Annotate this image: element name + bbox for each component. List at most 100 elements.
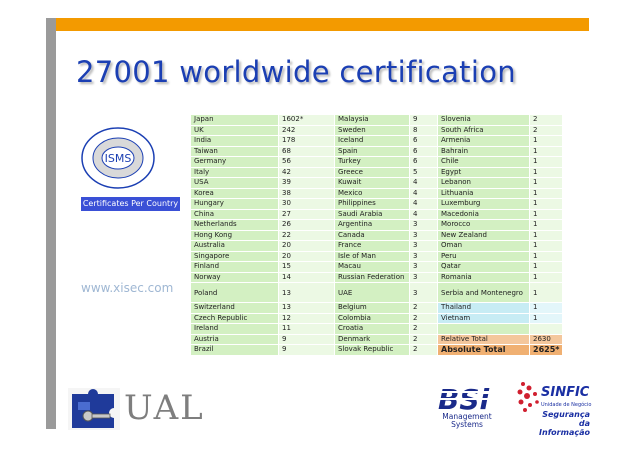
- certificate-count-cell: 1: [530, 303, 562, 313]
- country-name-cell: Switzerland: [191, 303, 278, 313]
- country-name-cell: Relative Total: [438, 334, 529, 344]
- certificate-count-cell: 3: [410, 230, 437, 240]
- certificate-count-cell: 1: [530, 241, 562, 251]
- country-name-cell: Norway: [191, 272, 278, 282]
- country-name-cell: Malaysia: [335, 115, 409, 125]
- certificate-count-cell: 56: [279, 157, 334, 167]
- country-name-cell: Turkey: [335, 157, 409, 167]
- table-row: Norway 14 Russian Federation 3 Romania 1: [191, 272, 562, 282]
- bsi-subtitle: Management Systems: [442, 412, 492, 429]
- certificate-count-cell: 1: [530, 209, 562, 219]
- country-name-cell: Vietnam: [438, 313, 529, 323]
- country-name-cell: Czech Republic: [191, 313, 278, 323]
- country-name-cell: Spain: [335, 146, 409, 156]
- country-name-cell: Singapore: [191, 251, 278, 261]
- certificate-count-cell: 14: [279, 272, 334, 282]
- certificate-count-cell: 15: [279, 262, 334, 272]
- country-name-cell: Isle of Man: [335, 251, 409, 261]
- certificate-count-cell: 2: [410, 334, 437, 344]
- country-name-cell: Peru: [438, 251, 529, 261]
- country-name-cell: Absolute Total: [438, 345, 529, 355]
- country-name-cell: Kuwait: [335, 178, 409, 188]
- certificate-count-cell: 1: [530, 220, 562, 230]
- country-name-cell: Belgium: [335, 303, 409, 313]
- certificate-count-cell: [530, 324, 562, 334]
- country-name-cell: Denmark: [335, 334, 409, 344]
- country-name-cell: Mexico: [335, 188, 409, 198]
- table-row: India 178 Iceland 6 Armenia 1: [191, 136, 562, 146]
- certificate-count-cell: 20: [279, 241, 334, 251]
- country-name-cell: China: [191, 209, 278, 219]
- country-name-cell: India: [191, 136, 278, 146]
- certificate-count-cell: 42: [279, 167, 334, 177]
- certificate-count-cell: 1: [530, 313, 562, 323]
- table-row: Austria 9 Denmark 2 Relative Total 2630: [191, 334, 562, 344]
- puzzle-logo-icon: [68, 388, 120, 430]
- certificate-count-cell: 22: [279, 230, 334, 240]
- certificate-count-cell: 1602*: [279, 115, 334, 125]
- country-name-cell: Slovak Republic: [335, 345, 409, 355]
- certificate-count-cell: 4: [410, 178, 437, 188]
- sinfic-logo: SINFIC: [541, 385, 590, 400]
- country-name-cell: France: [335, 241, 409, 251]
- country-name-cell: Macedonia: [438, 209, 529, 219]
- certificate-count-cell: 3: [410, 262, 437, 272]
- certificate-count-cell: 2: [530, 125, 562, 135]
- table-row: Germany 56 Turkey 6 Chile 1: [191, 157, 562, 167]
- certificate-count-cell: 26: [279, 220, 334, 230]
- top-accent-bar: [56, 18, 589, 31]
- certificate-count-cell: 1: [530, 188, 562, 198]
- certificate-count-cell: 2: [410, 303, 437, 313]
- side-accent-bar: [46, 18, 56, 429]
- table-row: Poland 13 UAE 3 Serbia and Montenegro 1: [191, 283, 562, 302]
- table-row: Australia 20 France 3 Oman 1: [191, 241, 562, 251]
- certificate-count-cell: 1: [530, 146, 562, 156]
- country-name-cell: Ireland: [191, 324, 278, 334]
- table-row: China 27 Saudi Arabia 4 Macedonia 1: [191, 209, 562, 219]
- country-name-cell: Slovenia: [438, 115, 529, 125]
- certificate-count-cell: 1: [530, 199, 562, 209]
- certificate-count-cell: 3: [410, 272, 437, 282]
- country-name-cell: Saudi Arabia: [335, 209, 409, 219]
- country-name-cell: Taiwan: [191, 146, 278, 156]
- certificate-count-cell: 1: [530, 178, 562, 188]
- certificate-count-cell: 11: [279, 324, 334, 334]
- certificate-count-cell: 9: [410, 115, 437, 125]
- certificate-count-cell: 2: [410, 324, 437, 334]
- certificate-count-cell: 12: [279, 313, 334, 323]
- certificate-count-cell: 1: [530, 251, 562, 261]
- certificate-count-cell: 1: [530, 262, 562, 272]
- country-name-cell: Lithuania: [438, 188, 529, 198]
- bsi-logo-icon: BSi: [436, 383, 494, 413]
- certificate-count-cell: 68: [279, 146, 334, 156]
- country-name-cell: Luxemburg: [438, 199, 529, 209]
- certificate-count-cell: 1: [530, 230, 562, 240]
- certificate-count-cell: 9: [279, 345, 334, 355]
- table-row: Czech Republic 12 Colombia 2 Vietnam 1: [191, 313, 562, 323]
- country-name-cell: Brazil: [191, 345, 278, 355]
- country-name-cell: New Zealand: [438, 230, 529, 240]
- certificate-count-cell: 38: [279, 188, 334, 198]
- country-name-cell: Bahrain: [438, 146, 529, 156]
- certificate-count-cell: 3: [410, 251, 437, 261]
- certificate-count-cell: 5: [410, 167, 437, 177]
- country-name-cell: Hong Kong: [191, 230, 278, 240]
- table-row: Netherlands 26 Argentina 3 Morocco 1: [191, 220, 562, 230]
- country-name-cell: Japan: [191, 115, 278, 125]
- country-name-cell: Philippines: [335, 199, 409, 209]
- certificate-count-cell: 30: [279, 199, 334, 209]
- website-link[interactable]: www.xisec.com: [81, 281, 173, 295]
- country-name-cell: Hungary: [191, 199, 278, 209]
- table-row: USA 39 Kuwait 4 Lebanon 1: [191, 178, 562, 188]
- certificate-count-cell: 2625*: [530, 345, 562, 355]
- table-row: Japan 1602* Malaysia 9 Slovenia 2: [191, 115, 562, 125]
- country-name-cell: Qatar: [438, 262, 529, 272]
- country-name-cell: Netherlands: [191, 220, 278, 230]
- isms-logo-icon: ISMS: [81, 127, 155, 189]
- sinfic-tagline-2: da Informação: [539, 419, 590, 437]
- table-row: Hungary 30 Philippines 4 Luxemburg 1: [191, 199, 562, 209]
- country-name-cell: Oman: [438, 241, 529, 251]
- table-row: Singapore 20 Isle of Man 3 Peru 1: [191, 251, 562, 261]
- country-name-cell: UAE: [335, 283, 409, 302]
- country-name-cell: Colombia: [335, 313, 409, 323]
